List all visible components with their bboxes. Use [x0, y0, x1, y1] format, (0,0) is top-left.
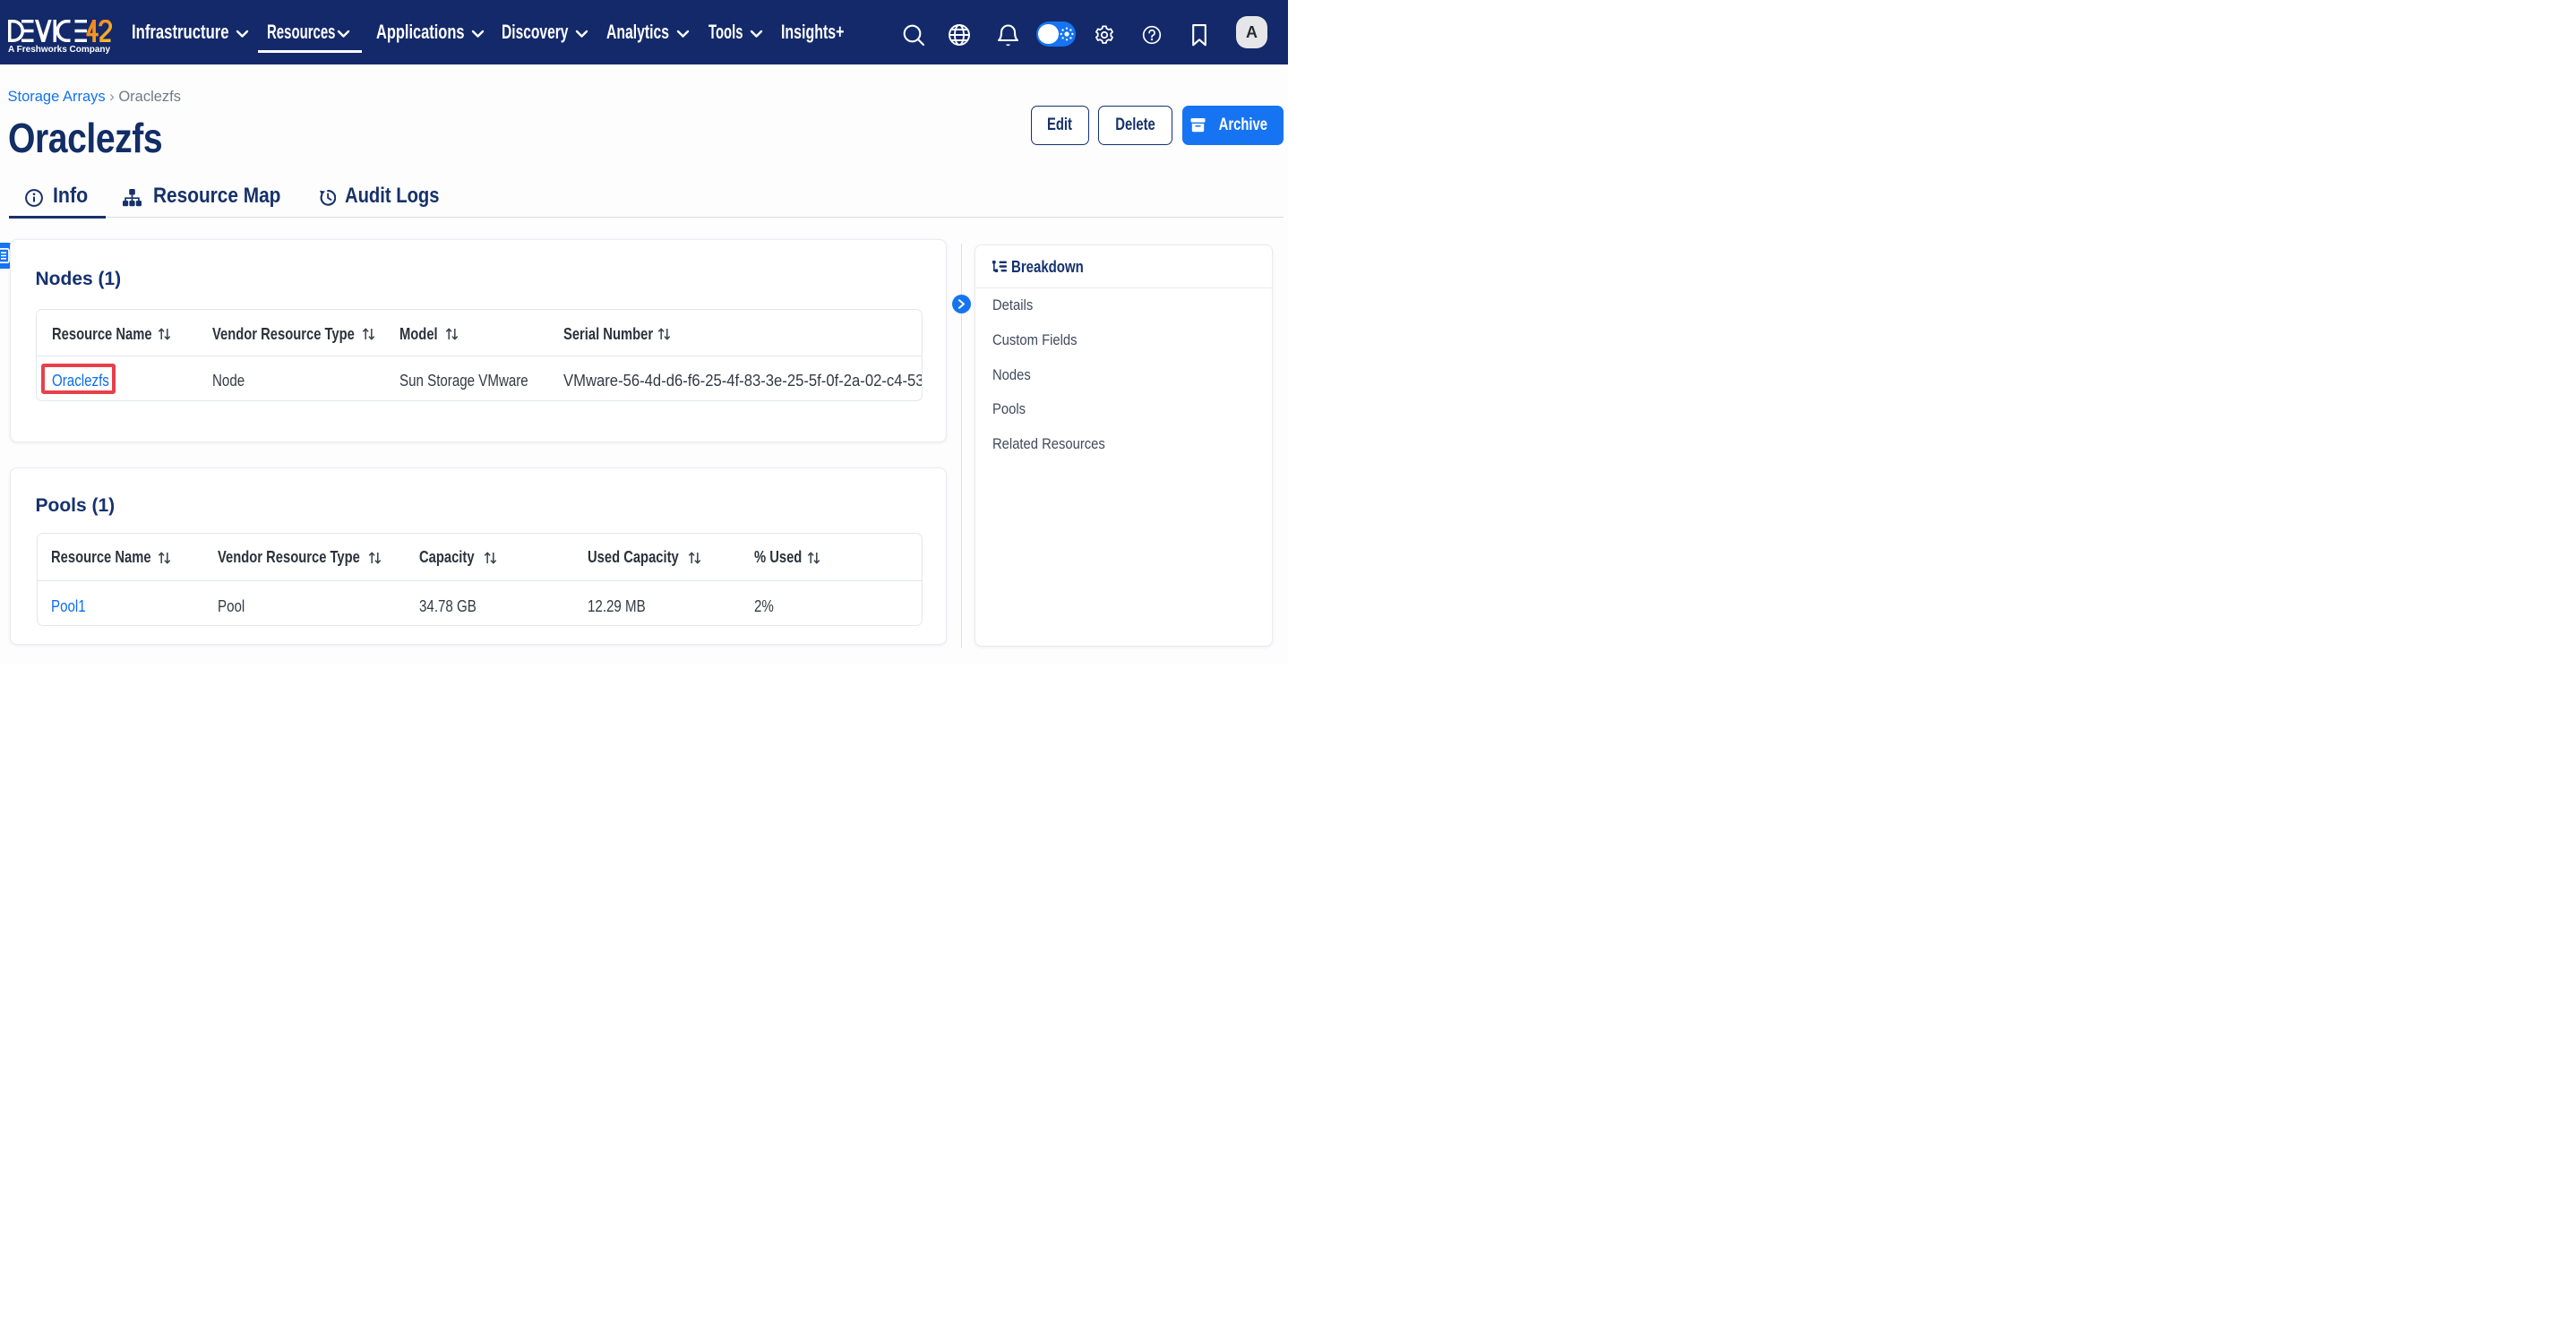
svg-text:A Freshworks Company: A Freshworks Company — [8, 45, 111, 55]
